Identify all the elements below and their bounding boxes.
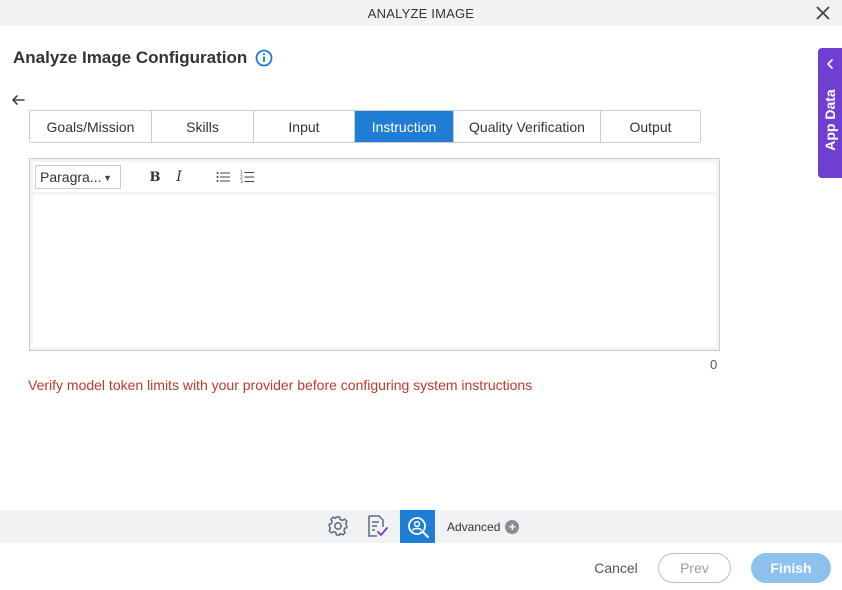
caret-down-icon: ▼	[103, 173, 112, 183]
tab-label: Instruction	[371, 118, 437, 135]
tab-label: Quality Verification	[469, 118, 585, 135]
tab-quality-verification[interactable]: Quality Verification	[454, 111, 601, 142]
image-search-icon	[407, 516, 429, 538]
bullet-list-button[interactable]	[211, 165, 235, 189]
paragraph-format-value: Paragra...	[40, 169, 102, 185]
tab-output[interactable]: Output	[601, 111, 700, 142]
bottom-toolbar: Advanced +	[0, 510, 842, 543]
instruction-text-area[interactable]	[33, 195, 716, 347]
close-icon[interactable]	[814, 4, 832, 22]
app-data-label: App Data	[822, 89, 838, 151]
italic-icon: I	[176, 169, 182, 185]
tab-input[interactable]: Input	[254, 111, 355, 142]
window-title: ANALYZE IMAGE	[367, 5, 475, 21]
advanced-toggle[interactable]: Advanced +	[447, 520, 520, 534]
back-arrow-icon[interactable]	[10, 92, 26, 108]
window-title-bar: ANALYZE IMAGE	[0, 0, 842, 26]
italic-button[interactable]: I	[167, 165, 191, 189]
info-icon[interactable]	[255, 49, 273, 67]
bold-button[interactable]: B	[143, 165, 167, 189]
numbered-list-button[interactable]: 1 2 3	[235, 165, 259, 189]
tab-label: Goals/Mission	[46, 118, 135, 135]
editor-toolbar: Paragra... ▼ B I 1 2 3	[33, 162, 716, 192]
tab-instruction[interactable]: Instruction	[355, 111, 454, 142]
tab-goals-mission[interactable]: Goals/Mission	[30, 111, 152, 142]
cancel-button[interactable]: Cancel	[585, 553, 647, 583]
character-count: 0	[710, 357, 718, 372]
paragraph-format-select[interactable]: Paragra... ▼	[35, 165, 121, 189]
tab-skills[interactable]: Skills	[152, 111, 254, 142]
page-title-row: Analyze Image Configuration	[13, 48, 273, 68]
token-limit-warning: Verify model token limits with your prov…	[28, 377, 533, 393]
tab-label: Skills	[186, 118, 219, 135]
document-check-icon[interactable]	[364, 513, 390, 539]
advanced-label: Advanced	[447, 520, 501, 534]
svg-text:3: 3	[240, 179, 243, 184]
app-data-panel-toggle[interactable]: App Data	[818, 48, 842, 178]
tab-label: Output	[629, 118, 672, 135]
settings-icon[interactable]	[325, 513, 351, 539]
instruction-editor: Paragra... ▼ B I 1 2 3	[29, 158, 720, 351]
prev-button[interactable]: Prev	[658, 553, 731, 583]
numbered-list-icon: 1 2 3	[240, 170, 254, 184]
bold-icon: B	[149, 169, 161, 185]
page-title: Analyze Image Configuration	[13, 48, 248, 67]
config-tabs: Goals/Mission Skills Input Instruction Q…	[29, 110, 701, 143]
plus-circle-icon: +	[505, 520, 520, 534]
tab-label: Input	[288, 118, 320, 135]
chevron-left-icon	[827, 59, 833, 69]
finish-button[interactable]: Finish	[751, 553, 831, 583]
bullet-list-icon	[216, 172, 230, 182]
analyze-image-tool-button[interactable]	[400, 510, 435, 543]
